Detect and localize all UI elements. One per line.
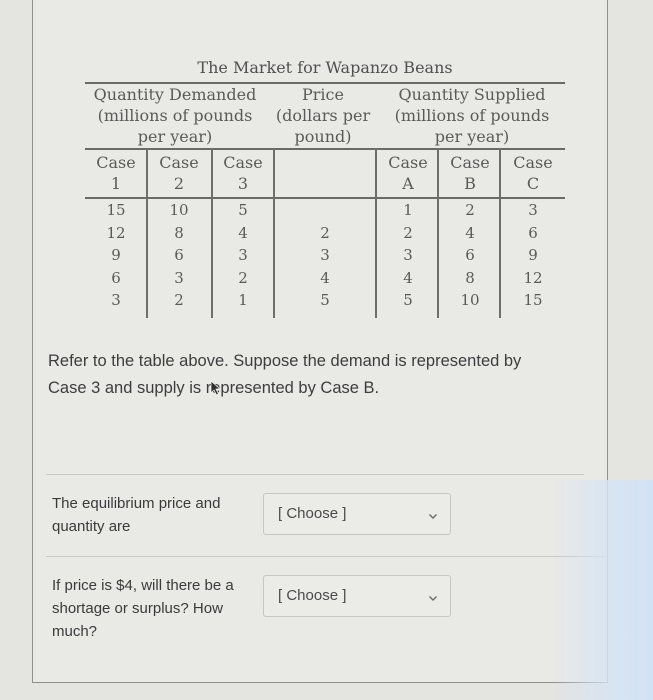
case-id: 2: [173, 174, 185, 193]
demand-header-line3: per year): [137, 127, 213, 146]
table-cell-d1: 6: [111, 268, 121, 287]
table-cell-price: 3: [320, 246, 330, 264]
case-id: 3: [237, 174, 249, 193]
label-line: If price is $4, will there be a: [52, 577, 234, 594]
table-cell-sA: 5: [403, 291, 413, 309]
table-cell-sB: 10: [460, 291, 480, 309]
chevron-down-icon: [428, 508, 438, 519]
table-cell-price: 4: [320, 268, 330, 287]
table-cell-sC: 15: [523, 291, 543, 309]
table-cell-sA: 4: [403, 268, 413, 287]
case-label-text: Case: [450, 153, 490, 172]
case-id: A: [402, 174, 414, 193]
table-cell-d1: 3: [111, 291, 121, 309]
label-line: The equilibrium price and: [52, 495, 221, 512]
case-id: B: [464, 174, 476, 193]
table-cell-price: 5: [320, 291, 330, 309]
case-c-label: Case C: [501, 152, 565, 194]
table-cell-sC: 6: [528, 223, 538, 242]
case-a-label: Case A: [377, 152, 439, 194]
table-cell-sB: 4: [465, 223, 475, 242]
question-prompt: Refer to the table above. Suppose the de…: [48, 348, 593, 402]
prompt-line-1: Refer to the table above. Suppose the de…: [48, 352, 522, 370]
mouse-cursor-icon: [210, 380, 222, 401]
supply-header-line1: Quantity Supplied: [398, 85, 546, 104]
question-1-label: The equilibrium price and quantity are: [52, 492, 220, 538]
table-cell-d2: 6: [174, 246, 184, 264]
label-line: shortage or surplus? How: [52, 600, 223, 617]
table-cell-sA: 2: [403, 223, 413, 242]
table-cell-d1: 9: [111, 246, 121, 264]
table-cell-sA: 1: [403, 201, 413, 219]
demand-header-line1: Quantity Demanded: [93, 85, 257, 104]
case-b-label: Case B: [439, 152, 501, 194]
table-title: The Market for Wapanzo Beans: [197, 58, 453, 77]
table-cell-d3: 3: [238, 246, 248, 264]
case-1-label: Case 1: [85, 152, 147, 194]
table-cell-d2: 10: [169, 201, 189, 219]
price-header-line1: Price: [302, 85, 344, 104]
table-cell-d2: 3: [174, 268, 184, 287]
equilibrium-select[interactable]: [ Choose ]: [263, 493, 451, 535]
case-2-label: Case 2: [148, 152, 210, 194]
prompt-line-2: Case 3 and supply is represented by Case…: [48, 379, 380, 397]
case-label-text: Case: [96, 153, 136, 172]
label-line: quantity are: [52, 518, 131, 535]
table-cell-sB: 8: [465, 268, 475, 287]
select-value: [ Choose ]: [278, 505, 347, 522]
divider: [46, 474, 584, 475]
table-cell-sC: 9: [528, 246, 538, 264]
case-id: 1: [110, 174, 122, 193]
table-cell-d3: 2: [238, 268, 248, 287]
divider: [46, 556, 606, 557]
select-value: [ Choose ]: [278, 587, 347, 604]
case-label-text: Case: [388, 153, 428, 172]
table-cell-d3: 4: [238, 223, 248, 242]
shortage-surplus-select[interactable]: [ Choose ]: [263, 575, 451, 617]
table-cell-price: 2: [320, 223, 330, 242]
case-label-text: Case: [159, 153, 199, 172]
case-id: C: [526, 174, 540, 193]
case-label-text: Case: [223, 153, 263, 172]
table-cell-sC: 3: [528, 201, 538, 219]
question-2-label: If price is $4, will there be a shortage…: [52, 574, 234, 643]
table-cell-sA: 3: [403, 246, 413, 264]
case-3-label: Case 3: [212, 152, 274, 194]
chevron-down-icon: [428, 590, 438, 601]
case-label-text: Case: [513, 153, 553, 172]
table-cell-sC: 12: [523, 268, 543, 287]
supply-header-line2: (millions of pounds: [394, 106, 550, 125]
table-header-rule: [85, 148, 565, 150]
price-header-line2: (dollars per: [275, 106, 371, 125]
supply-header-line3: per year): [434, 127, 510, 146]
table-cell-d1: 15: [106, 201, 126, 219]
demand-header-line2: (millions of pounds: [97, 106, 253, 125]
table-cell-d3: 1: [238, 291, 248, 309]
price-header-line3: pound): [294, 127, 352, 146]
table-cell-d3: 5: [238, 201, 248, 219]
table-cell-sB: 6: [465, 246, 475, 264]
table-cell-d2: 8: [174, 223, 184, 242]
table-cell-d2: 2: [174, 291, 184, 309]
table-cell-sB: 2: [465, 201, 475, 219]
table-cell-d1: 12: [106, 223, 126, 242]
label-line: much?: [52, 623, 98, 640]
